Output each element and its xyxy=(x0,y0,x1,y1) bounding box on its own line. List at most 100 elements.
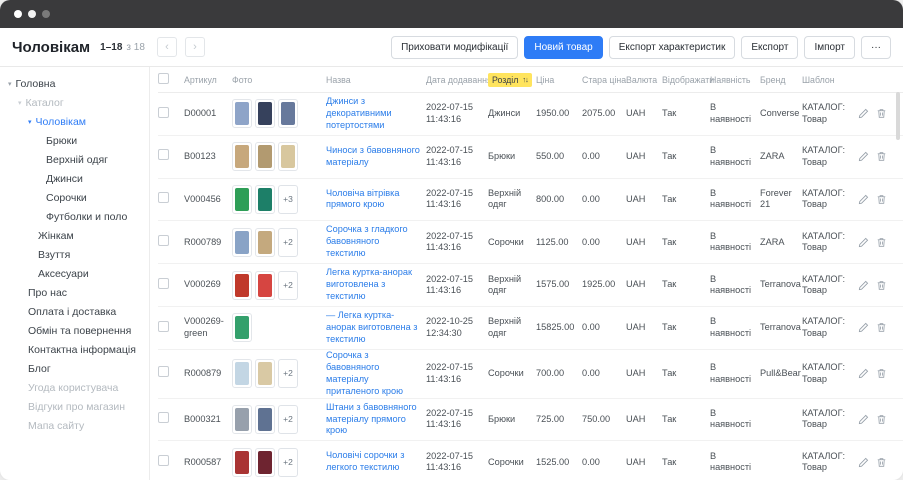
sidebar-item-women[interactable]: Жінкам xyxy=(0,227,149,246)
edit-button[interactable] xyxy=(858,368,869,379)
product-photo[interactable] xyxy=(255,359,275,388)
column-header-label[interactable]: Бренд xyxy=(760,75,786,85)
product-photo[interactable] xyxy=(255,185,275,214)
product-photo[interactable] xyxy=(278,142,298,171)
sidebar-item-men-pants[interactable]: Брюки xyxy=(0,132,149,151)
edit-button[interactable] xyxy=(858,322,869,333)
product-photo[interactable] xyxy=(255,228,275,257)
product-name-link[interactable]: Чоловічі сорочки з легкого текстилю xyxy=(326,450,421,474)
export-attributes-button[interactable]: Експорт характеристик xyxy=(609,36,736,59)
more-photos-badge[interactable]: +2 xyxy=(278,359,298,388)
product-photo[interactable] xyxy=(232,271,252,300)
delete-button[interactable] xyxy=(876,280,887,291)
product-photo[interactable] xyxy=(255,448,275,477)
next-page-button[interactable]: › xyxy=(185,37,205,57)
column-header-label[interactable]: Фото xyxy=(232,75,252,85)
export-button[interactable]: Експорт xyxy=(741,36,798,59)
sidebar-item-catalog[interactable]: ▾Каталог xyxy=(0,94,149,113)
column-header-label[interactable]: Наявність xyxy=(710,75,751,85)
row-checkbox[interactable] xyxy=(158,321,169,332)
product-photo[interactable] xyxy=(255,271,275,300)
product-photo[interactable] xyxy=(232,185,252,214)
select-all-checkbox[interactable] xyxy=(158,73,169,84)
sidebar-item-about-us[interactable]: Про нас xyxy=(0,284,149,303)
new-product-button[interactable]: Новий товар xyxy=(524,36,602,59)
import-button[interactable]: Імпорт xyxy=(804,36,855,59)
product-photo[interactable] xyxy=(232,359,252,388)
sidebar-item-store-reviews[interactable]: Відгуки про магазин xyxy=(0,398,149,417)
product-photo[interactable] xyxy=(255,405,275,434)
sidebar-item-blog[interactable]: Блог xyxy=(0,360,149,379)
product-name-link[interactable]: Сорочка з бавовняного матеріалу притален… xyxy=(326,350,421,398)
row-checkbox[interactable] xyxy=(158,412,169,423)
more-photos-badge[interactable]: +3 xyxy=(278,185,298,214)
sidebar-item-men-outerwear[interactable]: Верхній одяг xyxy=(0,151,149,170)
row-checkbox[interactable] xyxy=(158,366,169,377)
delete-button[interactable] xyxy=(876,322,887,333)
sidebar-item-men-shirts[interactable]: Сорочки xyxy=(0,189,149,208)
delete-button[interactable] xyxy=(876,457,887,468)
row-checkbox[interactable] xyxy=(158,149,169,160)
sidebar-item-accessories[interactable]: Аксесуари xyxy=(0,265,149,284)
column-header-label[interactable]: Стара ціна xyxy=(582,75,626,85)
product-name-link[interactable]: Сорочка з гладкого бавовняного текстилю xyxy=(326,224,421,260)
column-header-label[interactable]: Дата додавання xyxy=(426,75,492,85)
product-name-link[interactable]: Легка куртка-анорак виготовлена з тексти… xyxy=(326,267,421,303)
edit-button[interactable] xyxy=(858,414,869,425)
column-header-label[interactable]: Артикул xyxy=(184,75,217,85)
column-header-label[interactable]: Відображати xyxy=(662,75,714,85)
column-header-label[interactable]: Розділ xyxy=(492,75,518,85)
product-name-link[interactable]: Джинси з декоративними потертостями xyxy=(326,96,421,132)
sidebar-item-men-jeans[interactable]: Джинси xyxy=(0,170,149,189)
column-header-label[interactable]: Валюта xyxy=(626,75,657,85)
window-dot[interactable] xyxy=(42,10,50,18)
row-checkbox[interactable] xyxy=(158,192,169,203)
delete-button[interactable] xyxy=(876,414,887,425)
delete-button[interactable] xyxy=(876,194,887,205)
row-checkbox[interactable] xyxy=(158,455,169,466)
edit-button[interactable] xyxy=(858,151,869,162)
edit-button[interactable] xyxy=(858,237,869,248)
row-checkbox[interactable] xyxy=(158,278,169,289)
edit-button[interactable] xyxy=(858,194,869,205)
product-photo[interactable] xyxy=(232,313,252,342)
column-header-label[interactable]: Назва xyxy=(326,75,351,85)
product-name-link[interactable]: Чиноси з бавовняного матеріалу xyxy=(326,145,421,169)
sidebar-item-home[interactable]: ▾Головна xyxy=(0,75,149,94)
column-header-label[interactable]: Шаблон xyxy=(802,75,835,85)
more-button[interactable]: ··· xyxy=(861,36,891,59)
sidebar-item-user-agreement[interactable]: Угода користувача xyxy=(0,379,149,398)
sidebar-item-exchange-return[interactable]: Обмін та повернення xyxy=(0,322,149,341)
more-photos-badge[interactable]: +2 xyxy=(278,448,298,477)
more-photos-badge[interactable]: +2 xyxy=(278,405,298,434)
edit-button[interactable] xyxy=(858,280,869,291)
product-photo[interactable] xyxy=(278,99,298,128)
delete-button[interactable] xyxy=(876,237,887,248)
sidebar-item-contacts[interactable]: Контактна інформація xyxy=(0,341,149,360)
hide-modifications-button[interactable]: Приховати модифікації xyxy=(391,36,518,59)
product-name-link[interactable]: — Легка куртка-анорак виготовлена з текс… xyxy=(326,310,421,346)
edit-button[interactable] xyxy=(858,457,869,468)
column-header-label[interactable]: Ціна xyxy=(536,75,554,85)
sidebar-item-sitemap[interactable]: Мапа сайту xyxy=(0,417,149,436)
sidebar-item-men[interactable]: ▾Чоловікам xyxy=(0,113,149,132)
product-photo[interactable] xyxy=(232,228,252,257)
prev-page-button[interactable]: ‹ xyxy=(157,37,177,57)
product-photo[interactable] xyxy=(255,99,275,128)
sidebar-item-shoes[interactable]: Взуття xyxy=(0,246,149,265)
delete-button[interactable] xyxy=(876,368,887,379)
sidebar-item-payment-delivery[interactable]: Оплата і доставка xyxy=(0,303,149,322)
row-checkbox[interactable] xyxy=(158,107,169,118)
more-photos-badge[interactable]: +2 xyxy=(278,228,298,257)
delete-button[interactable] xyxy=(876,108,887,119)
window-dot[interactable] xyxy=(14,10,22,18)
product-photo[interactable] xyxy=(232,99,252,128)
product-name-link[interactable]: Штани з бавовняного матеріалу прямого кр… xyxy=(326,402,421,438)
product-photo[interactable] xyxy=(232,448,252,477)
sort-icon[interactable]: ↑↓ xyxy=(522,75,528,84)
more-photos-badge[interactable]: +2 xyxy=(278,271,298,300)
scrollbar[interactable] xyxy=(896,92,900,140)
window-dot[interactable] xyxy=(28,10,36,18)
product-photo[interactable] xyxy=(232,405,252,434)
row-checkbox[interactable] xyxy=(158,235,169,246)
